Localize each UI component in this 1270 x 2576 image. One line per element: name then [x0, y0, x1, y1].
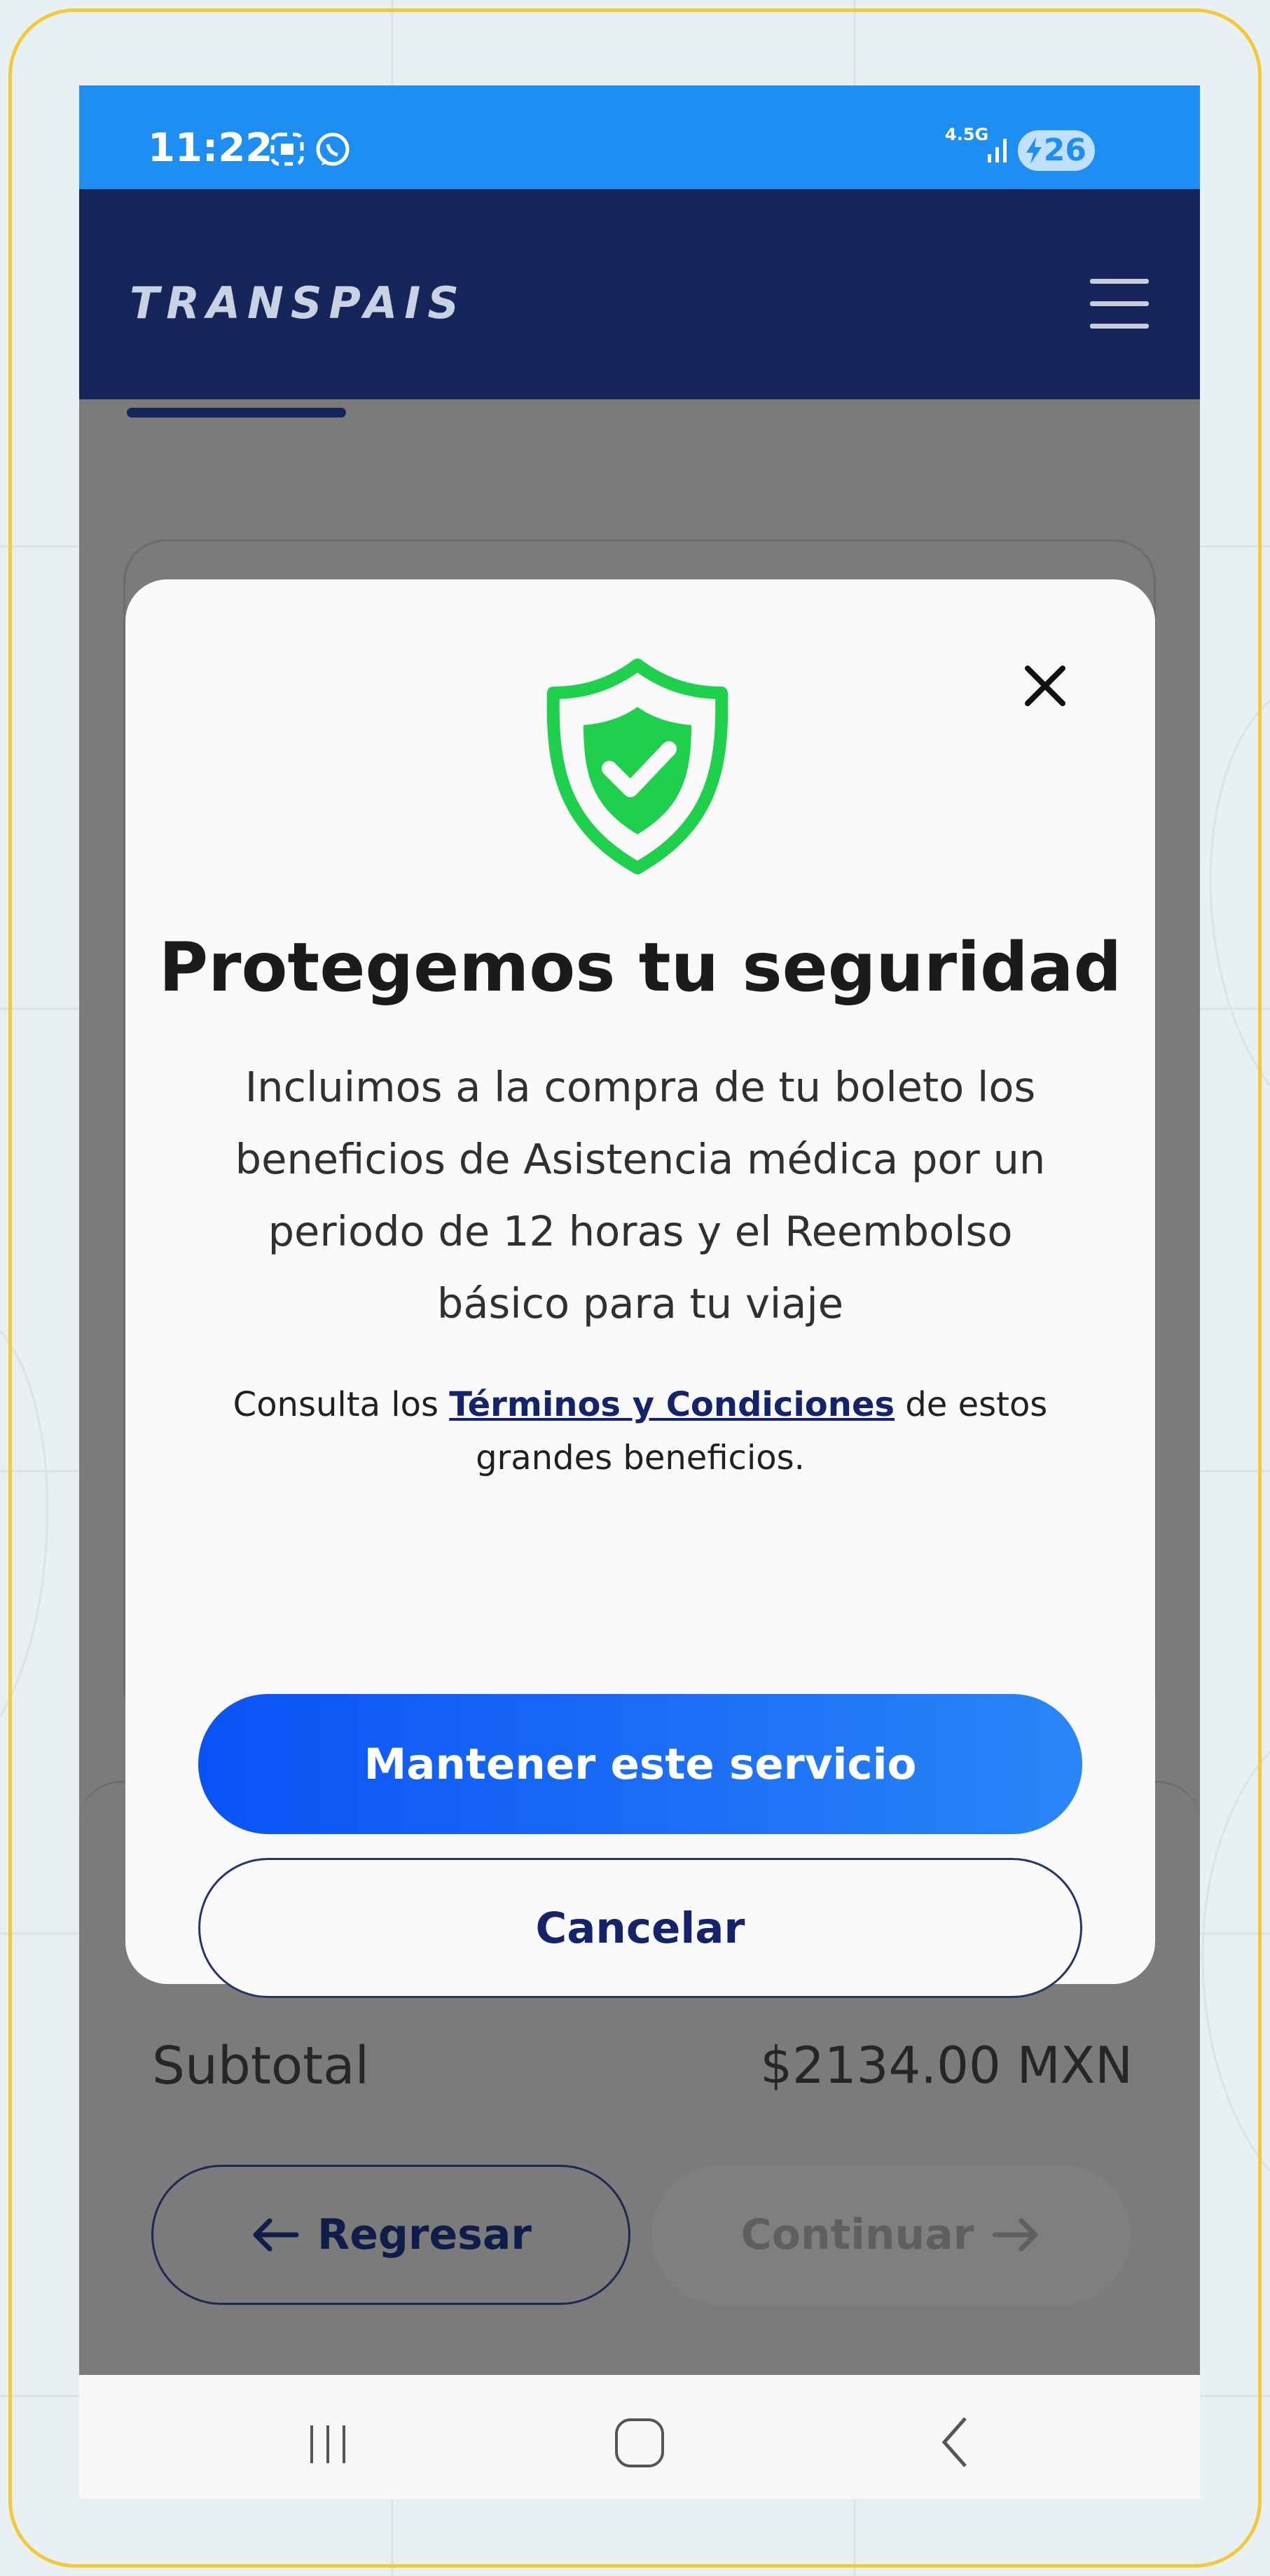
- modal-body: Incluimos a la compra de tu boleto los b…: [235, 1063, 1046, 1328]
- continue-button-label: Continuar: [740, 2210, 974, 2259]
- close-icon[interactable]: [1021, 661, 1070, 710]
- arrow-left-icon: [253, 2218, 299, 2252]
- screenshot-icon: [270, 132, 304, 166]
- terms-link[interactable]: Términos y Condiciones: [449, 1385, 895, 1424]
- back-button-label: Regresar: [317, 2210, 532, 2259]
- recents-icon[interactable]: [303, 2420, 352, 2469]
- keep-service-button[interactable]: Mantener este servicio: [198, 1694, 1082, 1834]
- status-time: 11:22: [148, 125, 273, 171]
- progress-fill: [127, 408, 347, 418]
- security-modal: Protegemos tu seguridad Incluimos a la c…: [125, 579, 1155, 1998]
- brand-logo: TRANSPAIS: [130, 277, 467, 329]
- phone-screen: 11:22 4.5G 26 TRANSPAIS Subtotal $2134.0…: [79, 85, 1200, 2499]
- back-icon[interactable]: [937, 2414, 972, 2470]
- subtotal-label: Subtotal: [152, 2036, 370, 2096]
- cancel-button[interactable]: Cancelar: [198, 1858, 1082, 1998]
- progress-bar: [127, 408, 1152, 418]
- hamburger-icon[interactable]: [1090, 279, 1149, 329]
- terms-text: Consulta los Términos y Condiciones de e…: [195, 1378, 1085, 1485]
- back-button[interactable]: Regresar: [151, 2165, 630, 2305]
- app-header: TRANSPAIS: [79, 189, 1200, 399]
- network-type: 4.5G: [945, 125, 989, 144]
- home-icon[interactable]: [615, 2418, 664, 2467]
- system-nav-bar: [79, 2375, 1200, 2499]
- whatsapp-icon: [316, 132, 350, 166]
- signal-icon: [988, 139, 1007, 163]
- shield-check-icon: [546, 659, 729, 874]
- battery-level: 26: [1043, 132, 1086, 168]
- arrow-right-icon: [992, 2218, 1038, 2252]
- terms-prefix: Consulta los: [233, 1385, 450, 1424]
- modal-title: Protegemos tu seguridad: [158, 928, 1122, 1007]
- subtotal-value: $2134.00 MXN: [760, 2036, 1133, 2095]
- keep-service-label: Mantener este servicio: [364, 1739, 917, 1789]
- continue-button[interactable]: Continuar: [651, 2165, 1131, 2305]
- notification-icons: [270, 132, 350, 166]
- cancel-label: Cancelar: [535, 1903, 745, 1953]
- battery-indicator: 26: [1018, 130, 1095, 171]
- charging-icon: [1026, 137, 1042, 164]
- status-bar: 11:22 4.5G 26: [79, 85, 1200, 189]
